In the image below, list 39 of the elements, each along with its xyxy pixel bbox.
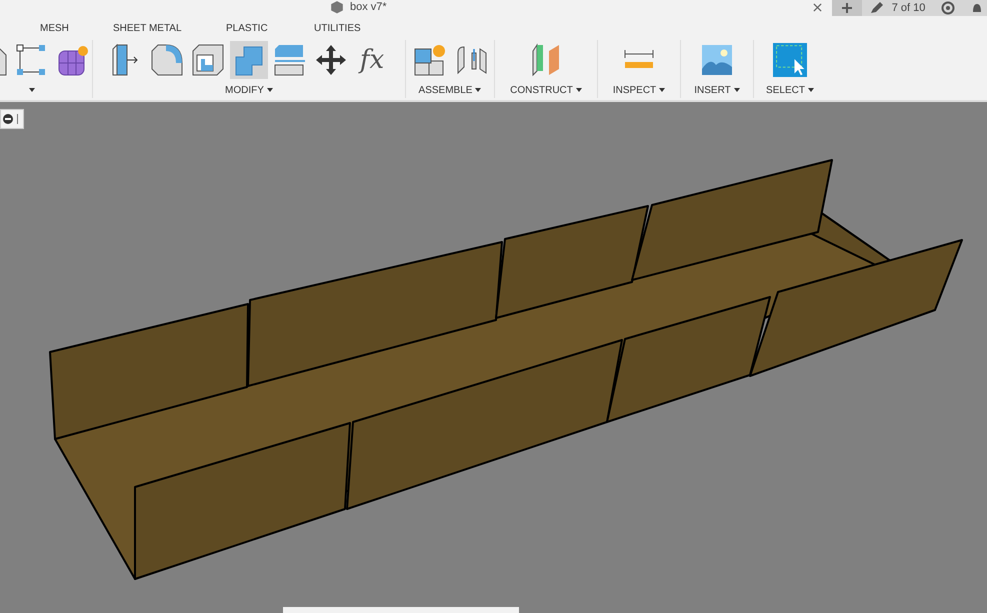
image-icon (700, 43, 734, 77)
caret-icon (808, 88, 814, 92)
plus-icon (842, 3, 852, 13)
window-select-icon (773, 43, 807, 77)
new-tab-button[interactable] (832, 0, 862, 16)
fillet-icon (150, 43, 184, 77)
shell-icon (191, 43, 225, 77)
group-menu[interactable]: MODIFY (225, 84, 273, 96)
toolbar-tab[interactable]: PLASTIC (226, 23, 268, 34)
function-symbol: fx (360, 45, 384, 75)
select-window-button[interactable] (771, 41, 809, 79)
group-menu[interactable]: INSERT (694, 84, 740, 96)
version-counter: 7 of 10 (892, 2, 926, 14)
toolbar-tab[interactable]: UTILITIES (314, 23, 361, 34)
document-title: box v7* (350, 1, 387, 13)
toolbar-tab[interactable]: SHEET METAL (113, 23, 182, 34)
caret-icon (29, 88, 35, 92)
caret-icon (734, 88, 740, 92)
group-menu[interactable]: SELECT (766, 84, 814, 96)
new-component-icon (412, 43, 446, 77)
pencil-icon (870, 2, 884, 14)
replace-face-icon (273, 43, 307, 77)
panel-handle-icon[interactable] (17, 114, 18, 124)
cube-icon (330, 0, 344, 14)
clock-icon[interactable] (941, 1, 956, 15)
toolbar-tab[interactable]: MESH (40, 23, 69, 34)
group-menu[interactable]: ASSEMBLE (418, 84, 482, 96)
mesh-cube-icon (56, 43, 90, 77)
caret-icon (576, 88, 582, 92)
close-icon[interactable] (812, 2, 822, 12)
collapse-icon[interactable] (3, 114, 13, 124)
caret-icon (659, 88, 666, 92)
caret-icon (475, 88, 482, 92)
group-menu[interactable]: INSPECT (612, 84, 666, 96)
bell-icon[interactable] (971, 2, 984, 14)
group-menu[interactable]: CONSTRUCT (510, 84, 582, 96)
move-icon (314, 43, 348, 77)
caret-icon (266, 88, 273, 92)
parameters-button[interactable]: fx (353, 41, 391, 79)
